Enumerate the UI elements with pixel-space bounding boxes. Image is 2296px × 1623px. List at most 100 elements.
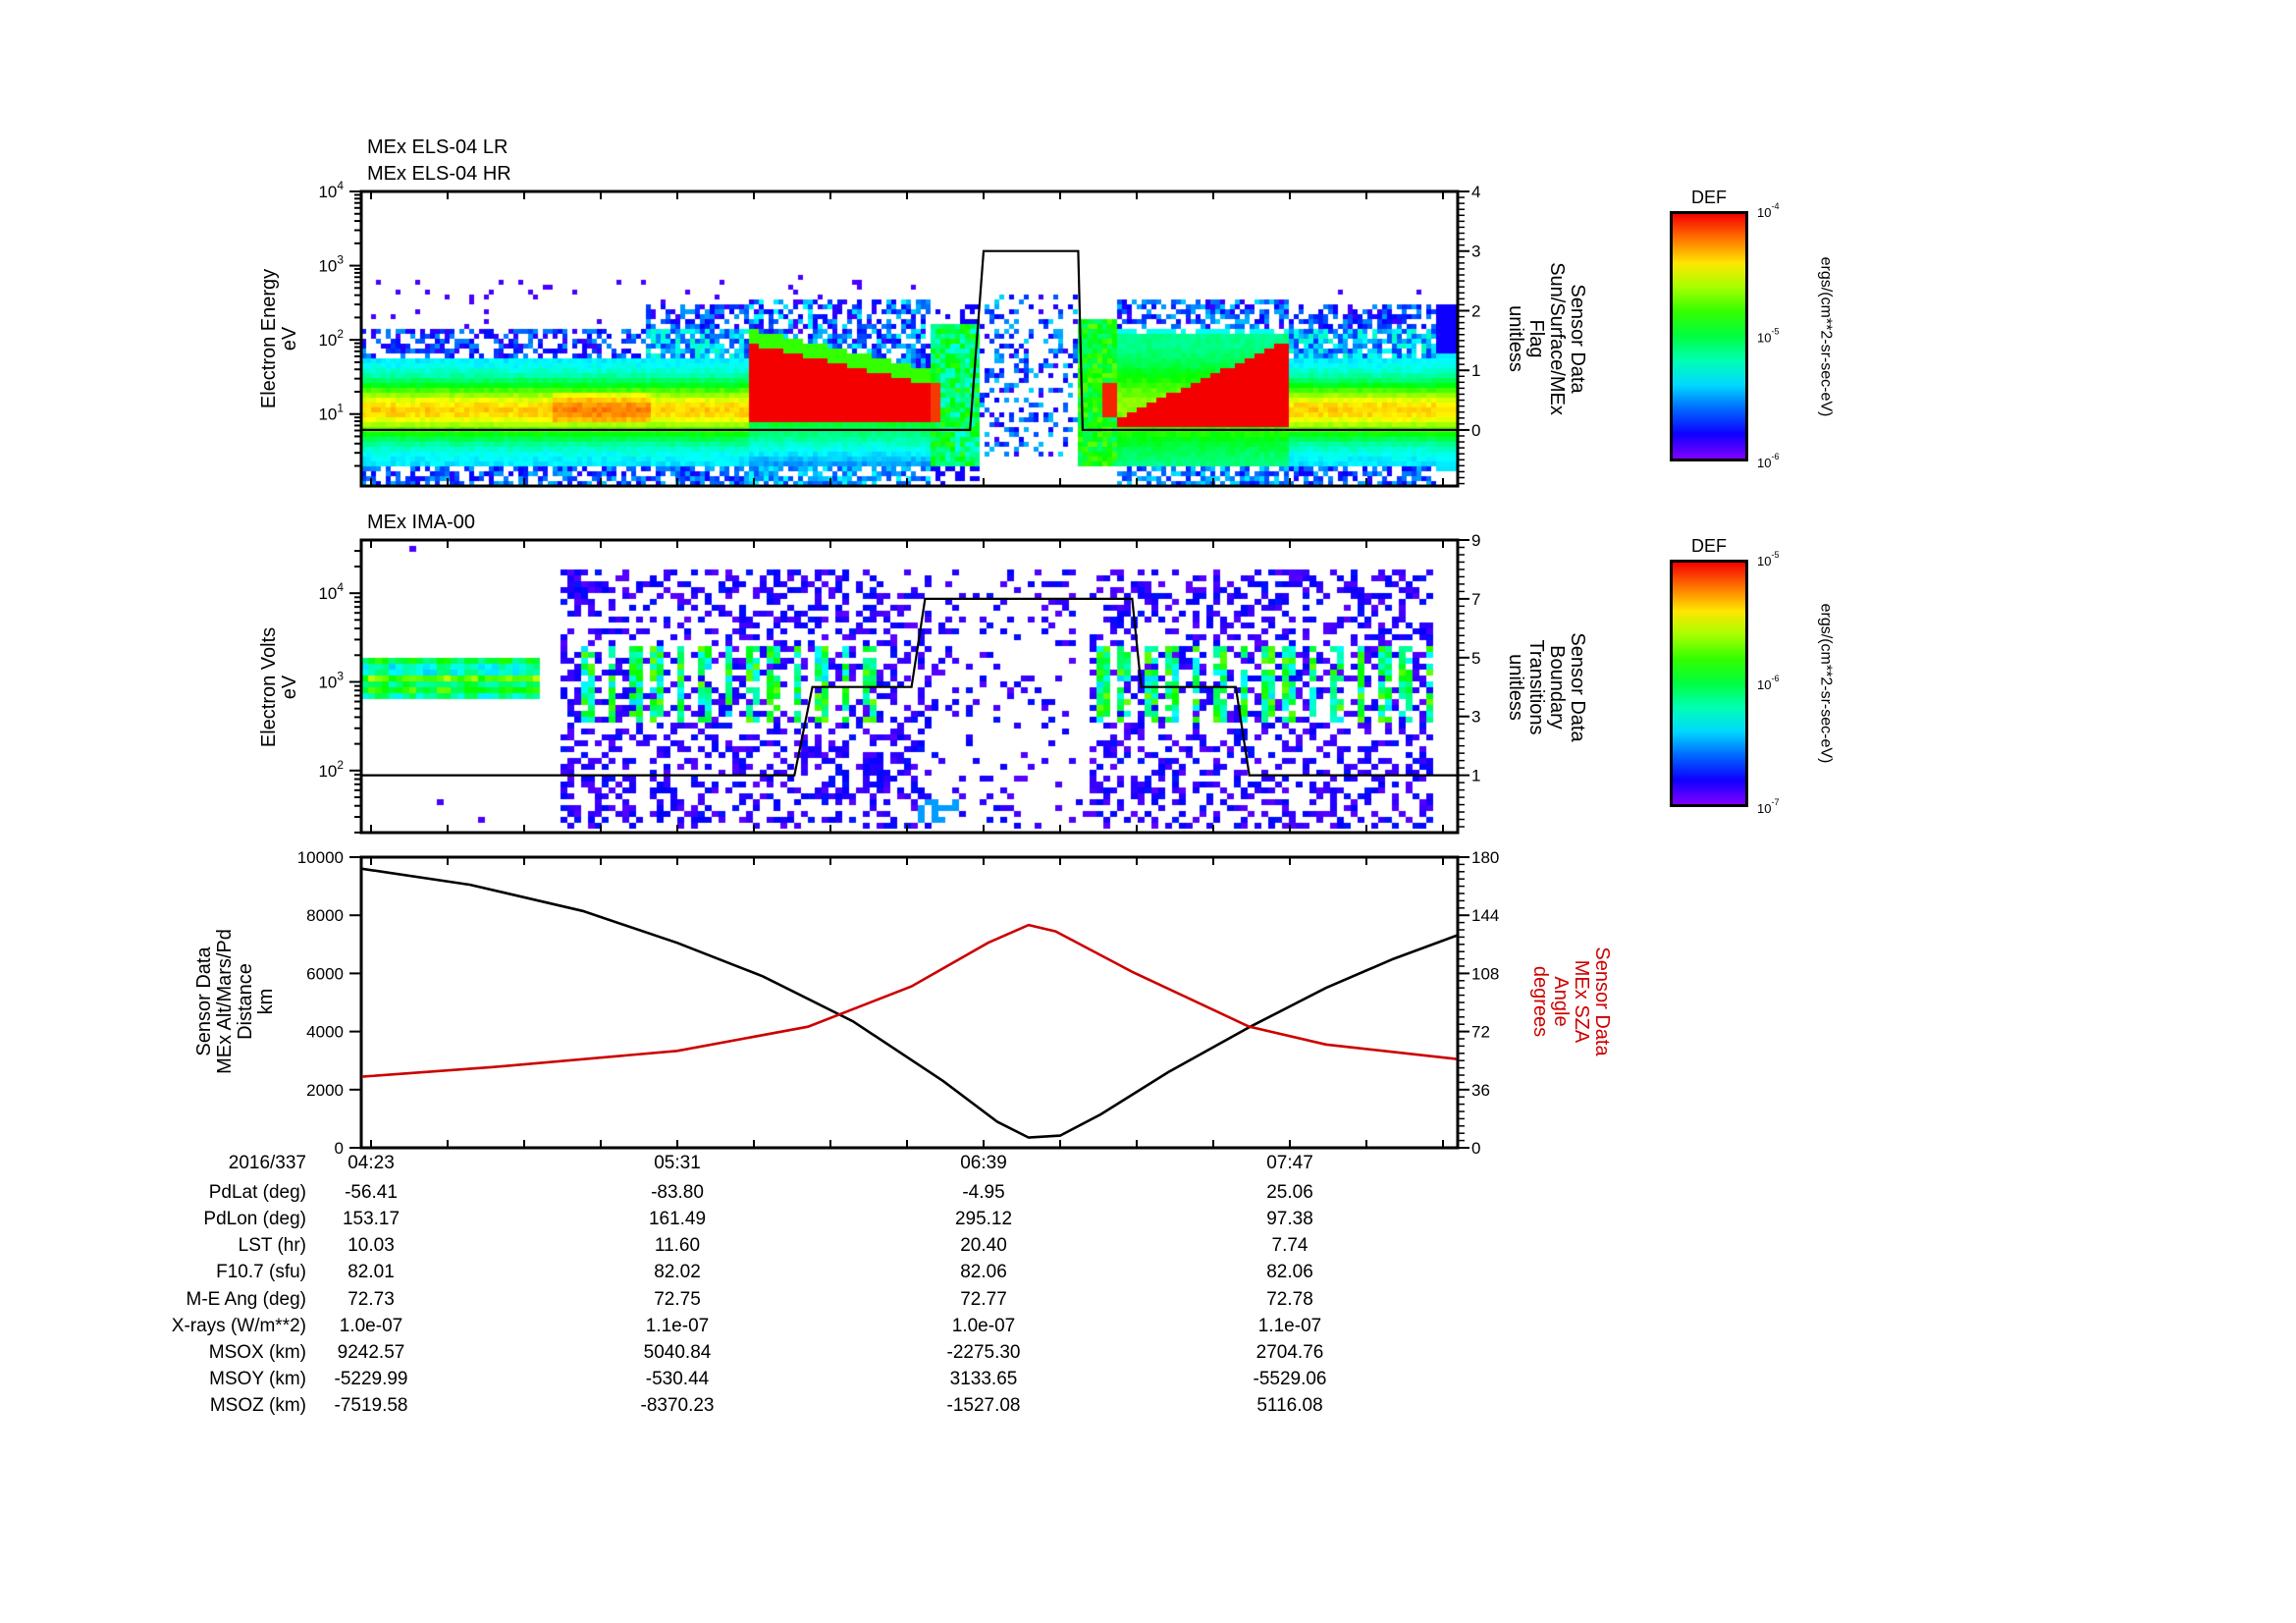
ephemeris-value: 5040.84: [643, 1342, 712, 1363]
p1-right-y-tick-label: 4: [1471, 183, 1480, 201]
ephemeris-value: 153.17: [342, 1209, 400, 1229]
time-tick-label: 06:39: [960, 1153, 1007, 1173]
ephemeris-value: 82.01: [347, 1262, 395, 1282]
ephemeris-value: 161.49: [648, 1209, 707, 1229]
colorbar-tick-label: 10-5: [1757, 327, 1780, 346]
ephemeris-row-label: MSOX (km): [208, 1342, 306, 1363]
p2-y-tick-label: 103: [318, 669, 344, 691]
colorbar1: [1670, 211, 1748, 461]
ephemeris-value: -530.44: [645, 1369, 710, 1389]
ephemeris-value: 1.0e-07: [339, 1316, 403, 1336]
panel3-ylabel: Sensor Data MEx Alt/Mars/Pd Distance km: [193, 929, 277, 1074]
colorbar2-title: DEF: [1691, 536, 1727, 556]
ephemeris-value: 82.02: [654, 1262, 701, 1282]
ylabel-line: Sensor Data: [1567, 284, 1588, 394]
ylabel-line: MEx SZA: [1571, 959, 1592, 1044]
ylabel-line: Distance: [235, 963, 256, 1040]
panel3-frame: [359, 855, 1460, 1150]
panel1-ylabel: Electron Energy eV: [258, 268, 300, 409]
p1-y-tick-label: 102: [318, 327, 344, 350]
p3-right-y-tick-label: 180: [1471, 848, 1499, 867]
ylabel-line: Boundary: [1546, 645, 1568, 730]
p3-left-y-tick-label: 8000: [306, 906, 344, 925]
p3-right-y-tick-label: 36: [1471, 1081, 1490, 1100]
ylabel-line: MEx Alt/Mars/Pd: [214, 929, 236, 1074]
ephemeris-row-label: PdLon (deg): [203, 1209, 306, 1229]
panel2-ylabel: Electron Volts eV: [258, 627, 300, 747]
p3-left-y-tick-label: 2000: [306, 1081, 344, 1100]
ephemeris-value: 72.78: [1266, 1289, 1313, 1310]
ephemeris-value: 20.40: [960, 1235, 1007, 1256]
panel2-right-ylabel: Sensor Data Boundary Transitions unitles…: [1505, 632, 1588, 742]
time-tick-label: 07:47: [1266, 1153, 1313, 1173]
ephemeris-value: 10.03: [347, 1235, 395, 1256]
colorbar-tick-label: 10-7: [1757, 797, 1780, 816]
ephemeris-row-label: X-rays (W/m**2): [171, 1316, 306, 1336]
ylabel-line: Electron Energy: [258, 268, 280, 409]
ephemeris-row-label: LST (hr): [238, 1235, 306, 1256]
panel1-right-ylabel: Sensor Data Sun/Surface/MEx Flag unitles…: [1505, 262, 1588, 415]
ephemeris-row-label: PdLat (deg): [208, 1182, 306, 1203]
ylabel-unit: degrees: [1529, 965, 1551, 1038]
p2-right-y-tick-label: 1: [1471, 767, 1480, 785]
boundary-transitions-line: [361, 597, 1457, 777]
ephemeris-value: 7.74: [1271, 1235, 1308, 1256]
ephemeris-value: -4.95: [962, 1182, 1005, 1203]
p1-right-y-tick-label: 2: [1471, 301, 1480, 320]
ephemeris-value: 82.06: [960, 1262, 1007, 1282]
ylabel-line: Transitions: [1525, 639, 1547, 735]
colorbar2: [1670, 560, 1748, 807]
ylabel-unit: eV: [279, 326, 300, 352]
ephemeris-value: 9242.57: [337, 1342, 405, 1363]
p1-y-tick-label: 101: [318, 402, 344, 424]
date-label: 2016/337: [228, 1153, 306, 1173]
p1-y-tick-label: 103: [318, 253, 344, 276]
p1-right-y-tick-label: 1: [1471, 361, 1480, 380]
ephemeris-value: 1.1e-07: [645, 1316, 710, 1336]
ephemeris-value: -1527.08: [946, 1395, 1021, 1416]
p2-right-y-tick-label: 9: [1471, 531, 1480, 550]
colorbar1-title: DEF: [1691, 188, 1727, 207]
ylabel-unit: unitless: [1505, 305, 1526, 372]
colorbar-tick-label: 10-6: [1757, 674, 1780, 692]
colorbar-tick-label: 10-4: [1757, 201, 1780, 220]
ylabel-unit: km: [255, 988, 277, 1015]
time-tick-label: 04:23: [347, 1153, 395, 1173]
ylabel-line: Angle: [1550, 976, 1572, 1027]
p1-right-y-tick-label: 3: [1471, 243, 1480, 261]
ephemeris-value: 25.06: [1266, 1182, 1313, 1203]
ephemeris-row-label: F10.7 (sfu): [216, 1262, 306, 1282]
ephemeris-row-label: MSOY (km): [209, 1369, 306, 1389]
ylabel-line: Sun/Surface/MEx: [1546, 262, 1568, 415]
ephemeris-value: 97.38: [1266, 1209, 1313, 1229]
ylabel-unit: unitless: [1505, 654, 1526, 721]
ephemeris-value: 3133.65: [949, 1369, 1018, 1389]
ephemeris-value: -5229.99: [334, 1369, 408, 1389]
ylabel-line: Sensor Data: [1591, 947, 1613, 1056]
ephemeris-value: 1.1e-07: [1257, 1316, 1322, 1336]
colorbar2-units: ergs/(cm**2-sr-sec-eV): [1817, 603, 1835, 764]
altitude-line: [361, 867, 1458, 1139]
p3-right-y-tick-label: 0: [1471, 1139, 1480, 1158]
ephemeris-value: -7519.58: [334, 1395, 408, 1416]
ephemeris-value: -2275.30: [946, 1342, 1021, 1363]
flag-line: [361, 249, 1457, 431]
panel3-right-ylabel: Sensor Data MEx SZA Angle degrees: [1529, 947, 1613, 1056]
ephemeris-value: 1.0e-07: [951, 1316, 1016, 1336]
p3-right-y-tick-label: 108: [1471, 964, 1499, 983]
ephemeris-value: -8370.23: [640, 1395, 715, 1416]
ephemeris-value: -56.41: [345, 1182, 398, 1203]
ephemeris-row-label: M-E Ang (deg): [186, 1289, 307, 1310]
p1-right-y-tick-label: 0: [1471, 421, 1480, 440]
p1-y-tick-label: 104: [318, 179, 344, 201]
p2-y-tick-label: 102: [318, 758, 344, 781]
ephemeris-value: 82.06: [1266, 1262, 1313, 1282]
ylabel-line: Sensor Data: [1567, 632, 1588, 742]
colorbar1-units: ergs/(cm**2-sr-sec-eV): [1817, 256, 1835, 417]
ephemeris-row-label: MSOZ (km): [209, 1395, 306, 1416]
p3-left-y-tick-label: 0: [335, 1139, 344, 1158]
p3-left-y-tick-label: 4000: [306, 1023, 344, 1042]
ylabel-line: Sensor Data: [193, 947, 215, 1056]
p3-left-y-tick-label: 6000: [306, 964, 344, 983]
ephemeris-value: 11.60: [654, 1235, 701, 1256]
